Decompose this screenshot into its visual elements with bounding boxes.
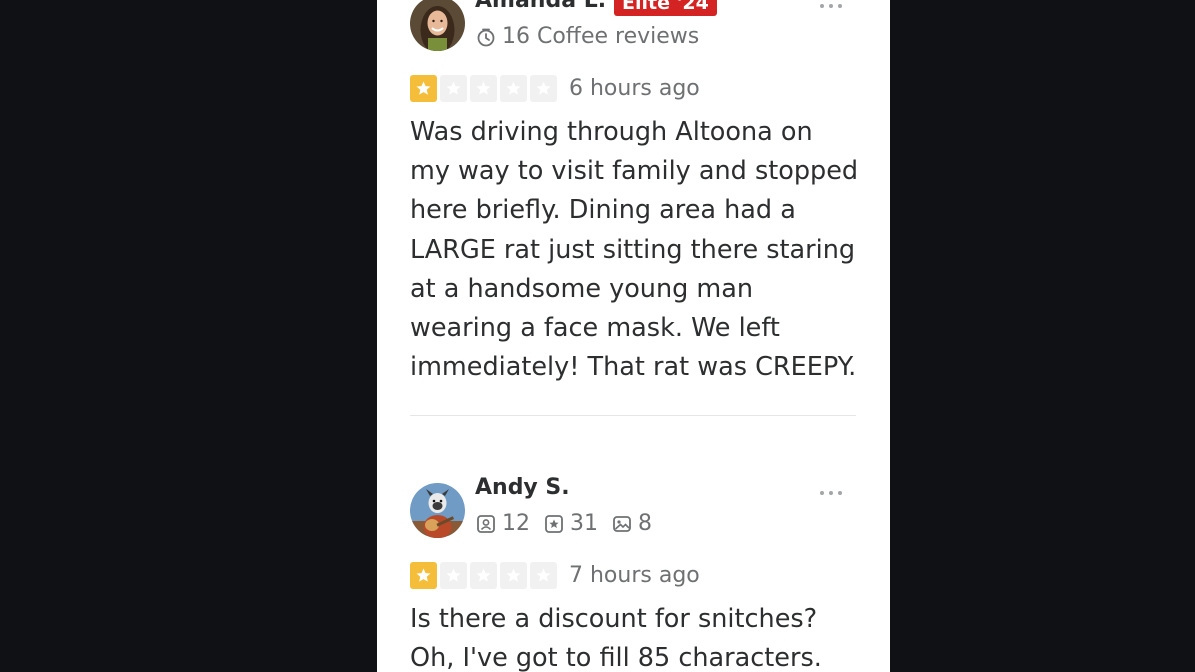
photos-stat: 8 (612, 511, 652, 536)
more-options-icon[interactable] (820, 491, 842, 495)
star-empty-icon (500, 562, 527, 589)
user-name[interactable]: Andy S. (475, 475, 570, 500)
star-empty-icon (440, 75, 467, 102)
rating-row: 7 hours ago (410, 562, 700, 589)
review-timestamp: 6 hours ago (569, 76, 700, 101)
user-stats: 16 Coffee reviews (476, 24, 713, 49)
review-text: Is there a discount for snitches? Oh, I'… (410, 604, 822, 672)
star-rating (410, 562, 557, 589)
review-text: Was driving through Altoona on my way to… (410, 117, 859, 383)
elite-badge: Elite '24 (614, 0, 717, 16)
review-list: Amanda L. Elite '24 16 Coffee reviews 6 … (377, 0, 890, 672)
friends-count: 12 (502, 511, 530, 536)
star-empty-icon (500, 75, 527, 102)
star-empty-icon (530, 562, 557, 589)
star-empty-icon (530, 75, 557, 102)
user-name[interactable]: Amanda L. (475, 0, 606, 13)
more-options-icon[interactable] (820, 4, 842, 8)
reviews-count: 31 (570, 511, 598, 536)
user-avatar[interactable] (410, 0, 465, 51)
friends-stat: 12 (476, 511, 530, 536)
avatar-photo-icon (410, 0, 465, 51)
user-stats: 12 31 8 (476, 511, 666, 536)
divider (410, 415, 856, 416)
photos-count: 8 (638, 511, 652, 536)
photo-icon (613, 515, 631, 532)
review-star-icon (545, 514, 563, 533)
reviews-stat: 31 (544, 511, 598, 536)
star-empty-icon (440, 562, 467, 589)
star-empty-icon (470, 562, 497, 589)
user-avatar[interactable] (410, 483, 465, 538)
star-empty-icon (470, 75, 497, 102)
coffee-reviews-label: 16 Coffee reviews (502, 24, 700, 49)
review-timestamp: 7 hours ago (569, 563, 700, 588)
star-filled-icon (410, 562, 437, 589)
rating-row: 6 hours ago (410, 75, 700, 102)
coffee-cup-icon (477, 28, 495, 46)
friends-icon (477, 514, 495, 533)
avatar-photo-icon (410, 483, 465, 538)
star-rating (410, 75, 557, 102)
coffee-reviews-stat: 16 Coffee reviews (476, 24, 699, 49)
star-filled-icon (410, 75, 437, 102)
